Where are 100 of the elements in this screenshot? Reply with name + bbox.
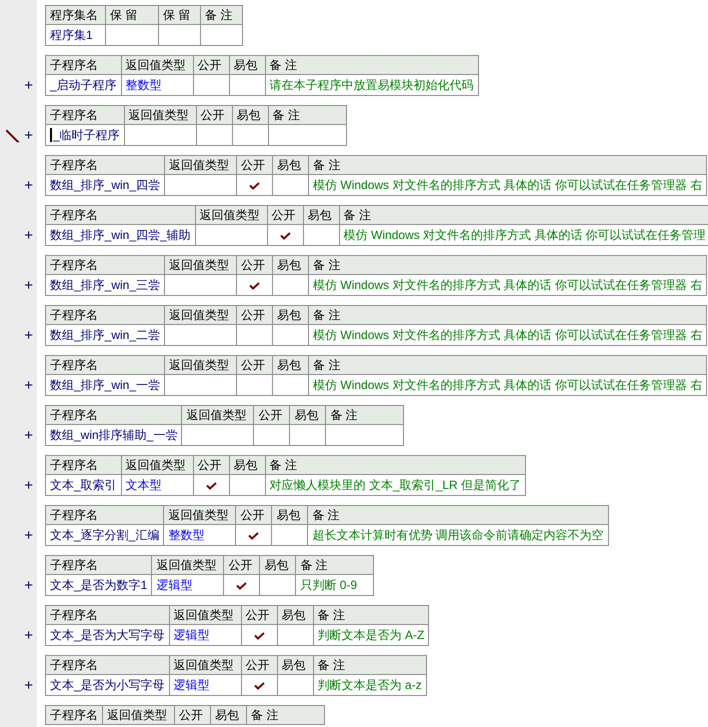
column-header: 易包 [272,156,309,174]
check-icon [249,182,260,190]
check-icon [248,532,260,540]
column-header: 易包 [229,56,266,74]
return-type: 逻辑型 [152,574,224,596]
column-header: 备 注 [200,6,242,24]
column-header: 返回值类型 [164,256,237,274]
subprogram-name: 数组_排序_win_三尝 [46,274,165,296]
column-header: 易包 [272,306,309,324]
column-header: 返回值类型 [124,106,196,124]
subprogram-name: 文本_是否为大写字母 [46,624,170,646]
column-header: 易包 [272,356,309,374]
column-header: 易包 [210,706,246,724]
column-header: 易包 [272,506,308,524]
remark: 模仿 Windows 对文件名的排序方式 具体的话 你可以试试在任务管理器 右 [308,174,707,196]
column-header: 备 注 [265,56,478,74]
column-header: 公开 [193,56,230,74]
column-header: 易包 [277,656,314,674]
column-header: 子程序名 [46,56,122,74]
expand-toggle[interactable]: + [24,228,33,243]
column-header: 返回值类型 [169,656,242,674]
subprogram-name: 数组_排序_win_四尝_辅助 [46,224,196,246]
expand-toggle[interactable]: + [24,628,33,643]
column-header: 备 注 [268,106,346,124]
column-header: 公开 [267,206,304,224]
column-header: 子程序名 [46,706,102,724]
expand-toggle[interactable]: + [24,528,33,543]
column-header: 返回值类型 [169,606,242,624]
column-header: 返回值类型 [121,56,194,74]
column-header: 易包 [260,556,296,574]
column-header: 备 注 [308,156,707,174]
subprogram-name: 数组_排序_win_一尝 [46,374,165,396]
column-header: 易包 [303,206,340,224]
column-header: 公开 [224,556,260,574]
column-header: 公开 [241,656,278,674]
column-header: 公开 [193,456,230,474]
return-type: 文本型 [121,474,194,496]
subprogram-name: 数组_排序_win_四尝 [46,174,165,196]
column-header: 备 注 [308,506,608,524]
column-header: 返回值类型 [182,406,254,424]
subprogram-name: 文本_取索引 [46,474,122,496]
return-type: 逻辑型 [169,674,242,696]
subprogram-name: 数组_排序_win_二尝 [46,324,165,346]
remark: 模仿 Windows 对文件名的排序方式 具体的话 你可以试试在任务管理器 右 [308,374,707,396]
expand-toggle[interactable]: + [24,678,33,693]
column-header: 公开 [236,506,272,524]
remark: 模仿 Windows 对文件名的排序方式 具体的话 你可以试试在任务管理器 右 [308,274,707,296]
subprogram-name: 文本_是否为数字1 [46,574,152,596]
column-header: 返回值类型 [164,356,237,374]
column-header: 备 注 [308,306,707,324]
return-type: 整数型 [164,524,236,546]
column-header: 公开 [254,406,290,424]
remark: 判断文本是否为 A-Z [313,624,429,646]
expand-toggle[interactable]: + [24,428,33,443]
column-header: 返回值类型 [164,306,237,324]
column-header: 子程序名 [46,106,124,124]
column-header: 保 留 [158,6,200,24]
subprogram-name: _启动子程序 [46,74,122,96]
column-header: 备 注 [313,606,429,624]
column-header: 返回值类型 [152,556,224,574]
column-header: 返回值类型 [121,456,194,474]
expand-toggle[interactable]: + [24,478,33,493]
column-header: 易包 [290,406,326,424]
column-header: 易包 [229,456,266,474]
column-header: 子程序名 [46,156,165,174]
column-header: 子程序名 [46,406,182,424]
column-header: 子程序名 [46,356,165,374]
column-header: 公开 [196,106,232,124]
assembly-name: 程序集1 [46,24,106,46]
expand-toggle[interactable]: + [24,128,33,143]
column-header: 子程序名 [46,556,152,574]
column-header: 备 注 [339,206,708,224]
remark: 超长文本计算时有优势 调用该命令前请确定内容不为空 [308,524,608,546]
column-header: 子程序名 [46,206,196,224]
column-header: 返回值类型 [164,156,237,174]
column-header: 易包 [232,106,268,124]
column-header: 备 注 [265,456,526,474]
check-icon [249,282,260,290]
column-header: 备 注 [308,356,707,374]
subprogram-name: 文本_逐字分割_汇编 [46,524,164,546]
column-header: 子程序名 [46,606,170,624]
column-header: 返回值类型 [195,206,268,224]
expand-toggle[interactable]: + [24,378,33,393]
expand-toggle[interactable]: + [24,578,33,593]
subprogram-name: 文本_是否为小写字母 [46,674,170,696]
column-header: 备 注 [326,406,404,424]
expand-toggle[interactable]: + [24,78,33,93]
column-header: 子程序名 [46,506,164,524]
column-header: 返回值类型 [164,506,236,524]
column-header: 公开 [236,256,273,274]
expand-toggle[interactable]: + [24,328,33,343]
expand-toggle[interactable]: + [24,178,33,193]
column-header: 公开 [241,606,278,624]
check-icon [254,632,265,640]
check-icon [206,482,217,490]
expand-toggle[interactable]: + [24,278,33,293]
remark: 只判断 0-9 [296,574,374,596]
column-header: 公开 [236,356,273,374]
return-type: 逻辑型 [169,624,242,646]
column-header: 公开 [236,306,273,324]
